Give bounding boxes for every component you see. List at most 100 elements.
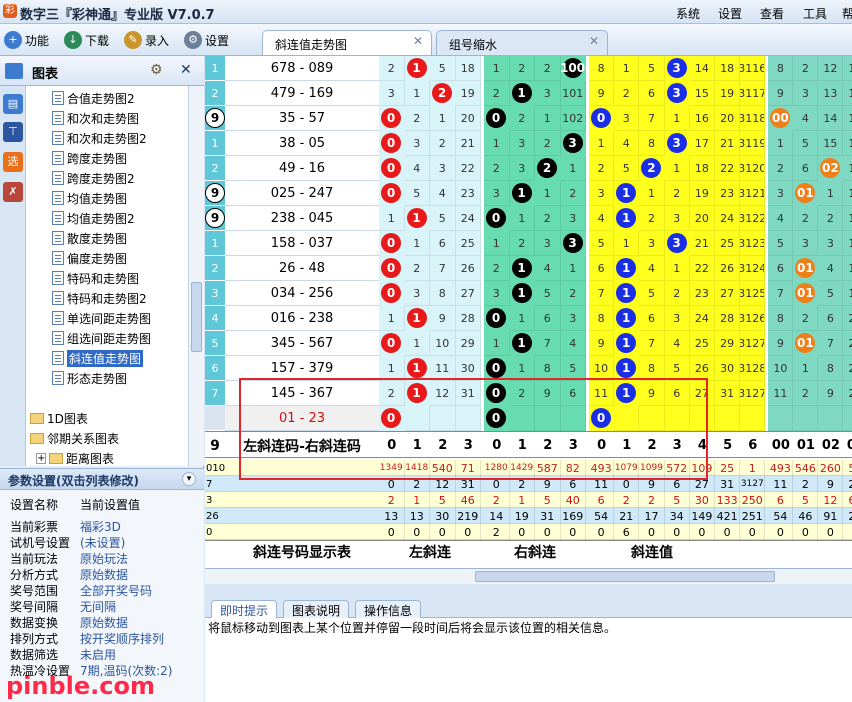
gear-icon[interactable]: ⚙: [150, 62, 163, 78]
tree-folder[interactable]: 1D图表: [30, 408, 88, 428]
row-number: 7: [205, 381, 225, 406]
menu-tools[interactable]: 工具: [803, 5, 827, 22]
param-row[interactable]: 数据变换 原始数据: [10, 614, 128, 631]
param-row[interactable]: 奖号间隔 无间隔: [10, 598, 116, 615]
row-number: [205, 406, 225, 431]
tree-item[interactable]: 均值走势图: [52, 188, 127, 208]
input-button[interactable]: ✎ 录入: [124, 31, 169, 49]
tree-item[interactable]: 单选间距走势图: [52, 308, 151, 328]
cell: 11: [768, 381, 794, 406]
menu-view[interactable]: 查看: [760, 5, 784, 22]
cell: 1: [404, 231, 430, 256]
tab-operation-info[interactable]: 操作信息: [355, 600, 422, 618]
download-button[interactable]: ↓ 下载: [64, 31, 109, 49]
tree-item[interactable]: 和次和走势图: [52, 108, 139, 128]
tree-folder[interactable]: + 距离图表: [36, 448, 114, 466]
tree-item[interactable]: 跨度走势图2: [52, 168, 135, 188]
cell: 1: [430, 106, 456, 131]
chevron-down-icon[interactable]: ▾: [182, 472, 196, 486]
tree-item[interactable]: 均值走势图2: [52, 208, 135, 228]
expand-icon[interactable]: +: [36, 452, 46, 464]
settings-button[interactable]: ⚙ 设置: [184, 31, 229, 49]
param-row[interactable]: 数据筛选 未启用: [10, 646, 116, 663]
tab-chart-info[interactable]: 图表说明: [283, 600, 350, 618]
tab-group-filter[interactable]: 组号缩水 ✕: [436, 30, 608, 55]
param-value[interactable]: 全部开奖号码: [80, 582, 152, 599]
stats-cell: 71: [456, 460, 481, 476]
stats-label: 0: [206, 526, 213, 538]
param-row[interactable]: 分析方式 原始数据: [10, 566, 128, 583]
cell: 9: [430, 306, 456, 331]
cell: 3: [793, 81, 819, 106]
param-value[interactable]: 未启用: [80, 646, 116, 663]
stats-cell: 5: [535, 492, 561, 508]
vertical-tool-strip: ▤ ⊤ 选 ✗: [0, 86, 26, 466]
cell: 3119: [740, 131, 766, 156]
stats-cell: 34: [665, 508, 690, 524]
param-row[interactable]: 奖号范围 全部开奖号码: [10, 582, 152, 599]
tree-item[interactable]: 组选间距走势图: [52, 328, 151, 348]
chart-icon: [5, 63, 23, 79]
tree-item[interactable]: 特码和走势图2: [52, 288, 147, 308]
stats-cell: 91: [818, 508, 844, 524]
param-value[interactable]: 福彩3D: [80, 518, 121, 535]
cell: 31: [455, 381, 481, 406]
tree-item[interactable]: 跨度走势图: [52, 148, 127, 168]
tree-item[interactable]: 和次和走势图2: [52, 128, 147, 148]
param-value[interactable]: 无间隔: [80, 598, 116, 615]
cell: 1: [404, 81, 430, 106]
tree-item[interactable]: 偏度走势图: [52, 248, 127, 268]
menu-settings[interactable]: 设置: [718, 5, 742, 22]
row-number: 6: [205, 356, 225, 381]
tree-item[interactable]: 斜连值走势图: [52, 348, 144, 368]
tab-instant-tips[interactable]: 即时提示: [211, 600, 278, 618]
cell: 9: [589, 331, 615, 356]
chart-icon[interactable]: ▤: [3, 94, 23, 114]
scroll-thumb[interactable]: [475, 571, 775, 582]
tree-folder-label: 邻期关系图表: [47, 431, 120, 446]
cell: 3117: [740, 81, 766, 106]
horizontal-scrollbar[interactable]: [205, 568, 852, 584]
tree-item[interactable]: 形态走势图: [52, 368, 127, 388]
function-button[interactable]: + 功能: [4, 31, 49, 49]
close-icon[interactable]: ✕: [180, 62, 192, 78]
cell: 14: [689, 56, 715, 81]
cell: [715, 406, 741, 431]
tools-icon[interactable]: ✗: [3, 182, 23, 202]
header-col: 1: [622, 438, 632, 453]
cell: 2: [379, 56, 405, 81]
cell: 7: [639, 331, 665, 356]
close-icon[interactable]: ✕: [413, 34, 423, 48]
param-row[interactable]: 当前玩法 原始玩法: [10, 550, 128, 567]
param-value[interactable]: (未设置): [80, 534, 125, 551]
cell: 11: [430, 356, 456, 381]
trend-chart-grid[interactable]: 1678 - 089215181221008153141831168212102…: [205, 56, 852, 568]
cell: 3125: [740, 281, 766, 306]
cell: 3: [509, 156, 535, 181]
param-row[interactable]: 排列方式 按开奖顺序排列: [10, 630, 164, 647]
stats-cell: 46: [456, 492, 481, 508]
param-value[interactable]: 原始玩法: [80, 550, 128, 567]
tree-item[interactable]: 散度走势图: [52, 228, 127, 248]
tree-folder[interactable]: 邻期关系图表: [30, 428, 119, 448]
close-icon[interactable]: ✕: [589, 34, 599, 48]
cell: [793, 406, 819, 431]
param-value[interactable]: 原始数据: [80, 566, 128, 583]
stats-cell: 12: [430, 476, 456, 492]
param-row[interactable]: 当前彩票 福彩3D: [10, 518, 121, 535]
left-panel: 图表 ⚙ ✕ ▤ ⊤ 选 ✗ 合值走势图2 和次和走势图 和次和走势图2 跨度走势图跨…: [0, 56, 204, 702]
tree-item[interactable]: 合值走势图2: [52, 88, 135, 108]
menu-help[interactable]: 帮: [842, 5, 852, 22]
select-icon[interactable]: 选: [3, 152, 23, 172]
scroll-thumb[interactable]: [191, 282, 202, 352]
tree-scrollbar[interactable]: [188, 86, 204, 466]
tab-oblique-chart[interactable]: 斜连值走势图 ✕: [262, 30, 432, 55]
tree-item[interactable]: 特码和走势图: [52, 268, 139, 288]
param-value[interactable]: 按开奖顺序排列: [80, 630, 164, 647]
menu-system[interactable]: 系统: [676, 5, 700, 22]
cell: 15: [843, 181, 852, 206]
param-value[interactable]: 原始数据: [80, 614, 128, 631]
param-row[interactable]: 试机号设置 (未设置): [10, 534, 125, 551]
filter-icon[interactable]: ⊤: [3, 122, 23, 142]
cell: 3120: [740, 156, 766, 181]
